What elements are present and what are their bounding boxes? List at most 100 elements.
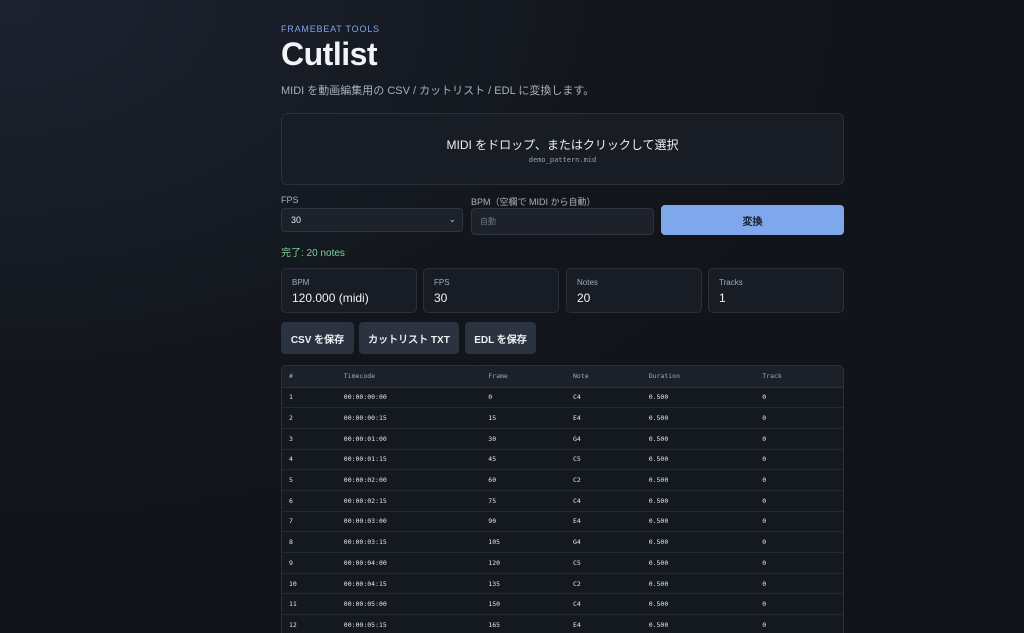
save-edl-button[interactable]: EDL を保存 [465, 322, 536, 354]
stat-card-bpm: BPM 120.000 (midi) [281, 268, 417, 313]
stat-value: 20 [577, 291, 591, 305]
table-row: 4 00:00:01:15 45 C5 0.500 0 [282, 449, 843, 471]
table-cell: 0 [755, 407, 843, 429]
table-cell: 0.500 [641, 387, 756, 409]
table-cell: 12 [282, 614, 337, 633]
table-cell: 0.500 [641, 552, 756, 574]
notes-table: # Timecode Frame Note Duration Track 1 00… [282, 366, 843, 633]
stat-label: BPM [292, 278, 310, 287]
column-header: # [282, 366, 337, 388]
table-cell: 0.500 [641, 614, 756, 633]
table-cell: 75 [481, 490, 566, 512]
table-cell: 6 [282, 490, 337, 512]
table-cell: 0 [755, 387, 843, 409]
table-cell: 0 [755, 428, 843, 450]
table-cell: C4 [565, 490, 642, 512]
table-cell: 00:00:05:00 [336, 593, 482, 616]
table-cell: 00:00:04:00 [336, 552, 482, 574]
table-cell: 0 [755, 449, 843, 471]
stat-value: 1 [719, 291, 726, 305]
table-cell: C5 [565, 449, 642, 471]
table-cell: C2 [565, 469, 642, 491]
table-cell: 00:00:05:15 [336, 614, 482, 633]
table-cell: 11 [282, 593, 337, 616]
table-cell: 150 [481, 593, 566, 616]
table-cell: C2 [565, 573, 642, 595]
table-cell: 0.500 [641, 490, 756, 512]
table-header-row: # Timecode Frame Note Duration Track [282, 366, 843, 388]
table-cell: 4 [282, 449, 337, 471]
page-subtitle: MIDI を動画編集用の CSV / カットリスト / EDL に変換します。 [281, 85, 595, 97]
fps-select-value: 30 [291, 215, 302, 225]
table-cell: 00:00:03:00 [336, 511, 482, 533]
page-title: Cutlist [281, 36, 378, 72]
table-cell: 9 [282, 552, 337, 574]
chevron-down-icon: ⌄ [448, 214, 456, 224]
dropzone-filename: demo_pattern.mid [528, 156, 597, 164]
table-row: 2 00:00:00:15 15 E4 0.500 0 [282, 407, 843, 429]
table-cell: E4 [565, 407, 642, 429]
table-cell: 10 [282, 573, 337, 595]
table-body: 1 00:00:00:00 0 C4 0.500 0 2 00:00:00:15 15 E4 0.5… [282, 387, 843, 633]
table-cell: 0 [755, 531, 843, 553]
table-cell: 0.500 [641, 531, 756, 553]
column-header: Note [565, 366, 642, 388]
stat-label: FPS [434, 278, 450, 287]
stat-value: 30 [434, 291, 448, 305]
table-cell: C4 [565, 593, 642, 616]
table-cell: 00:00:00:00 [336, 387, 482, 409]
table-cell: 0.500 [641, 449, 756, 471]
table-cell: G4 [565, 428, 642, 450]
table-cell: 60 [481, 469, 566, 491]
bpm-label: BPM（空欄で MIDI から自動） [471, 197, 596, 207]
table-cell: G4 [565, 531, 642, 553]
table-cell: E4 [565, 511, 642, 533]
table-cell: 0.500 [641, 593, 756, 616]
stat-label: Notes [577, 278, 598, 287]
status-message: 完了: 20 notes [281, 248, 345, 259]
stat-label: Tracks [719, 278, 743, 287]
stat-card-tracks: Tracks 1 [708, 268, 844, 313]
table-cell: 00:00:02:15 [336, 490, 482, 512]
table-cell: 00:00:03:15 [336, 531, 482, 553]
table-cell: 120 [481, 552, 566, 574]
table-cell: 135 [481, 573, 566, 595]
table-cell: C4 [565, 387, 642, 409]
table-cell: 0.500 [641, 428, 756, 450]
table-row: 8 00:00:03:15 105 G4 0.500 0 [282, 531, 843, 553]
notes-table-container[interactable]: # Timecode Frame Note Duration Track 1 00… [281, 365, 844, 633]
table-cell: 15 [481, 407, 566, 429]
convert-button[interactable]: 変換 [661, 205, 844, 235]
table-cell: 7 [282, 511, 337, 533]
table-row: 9 00:00:04:00 120 C5 0.500 0 [282, 552, 843, 574]
table-cell: 105 [481, 531, 566, 553]
table-row: 7 00:00:03:00 90 E4 0.500 0 [282, 511, 843, 533]
table-cell: 0 [755, 593, 843, 616]
table-cell: 90 [481, 511, 566, 533]
table-cell: C5 [565, 552, 642, 574]
table-cell: 1 [282, 387, 337, 409]
table-cell: 0 [755, 573, 843, 595]
bpm-input[interactable] [471, 208, 654, 235]
fps-select[interactable]: 30 ⌄ [281, 208, 463, 232]
table-cell: 0 [755, 614, 843, 633]
table-cell: 00:00:04:15 [336, 573, 482, 595]
save-csv-button[interactable]: CSV を保存 [281, 322, 354, 354]
stat-card-notes: Notes 20 [566, 268, 702, 313]
midi-dropzone[interactable]: MIDI をドロップ、またはクリックして選択 demo_pattern.mid [281, 113, 844, 185]
column-header: Timecode [336, 366, 482, 388]
table-cell: 0.500 [641, 573, 756, 595]
table-cell: 00:00:00:15 [336, 407, 482, 429]
fps-label: FPS [281, 195, 299, 205]
table-cell: 2 [282, 407, 337, 429]
table-cell: 0.500 [641, 407, 756, 429]
table-cell: 5 [282, 469, 337, 491]
table-cell: 0 [481, 387, 566, 409]
save-cutlist-txt-button[interactable]: カットリスト TXT [359, 322, 459, 354]
table-cell: 0.500 [641, 469, 756, 491]
dropzone-title: MIDI をドロップ、またはクリックして選択 [446, 138, 679, 152]
table-cell: 45 [481, 449, 566, 471]
table-row: 5 00:00:02:00 60 C2 0.500 0 [282, 469, 843, 491]
brand-eyebrow: FRAMEBEAT TOOLS [281, 24, 380, 34]
table-cell: 3 [282, 428, 337, 450]
